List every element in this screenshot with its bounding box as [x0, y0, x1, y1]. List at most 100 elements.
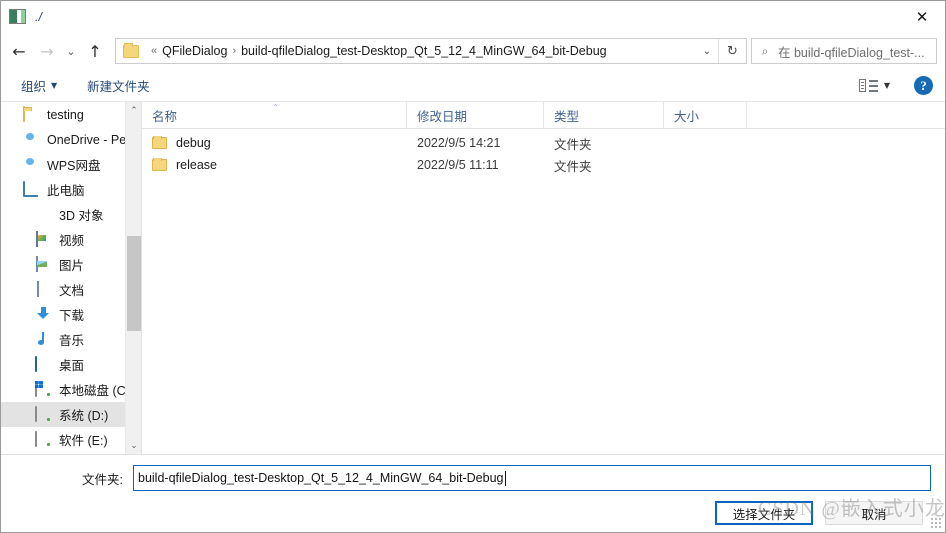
sidebar-item-label: 音乐 [59, 334, 85, 348]
navigation-pane: testing OneDrive - Pers WPS网盘 此电脑 3D 对象 … [1, 102, 141, 454]
videos-icon [35, 230, 52, 248]
search-icon: ⌕ [761, 43, 769, 58]
folder-icon [123, 42, 139, 58]
chevron-right-icon: › [232, 45, 237, 57]
footer-buttons: 选择文件夹 取消 [1, 491, 945, 525]
sidebar-item-label: 此电脑 [47, 184, 85, 198]
file-date-cell: 2022/9/5 11:11 [417, 158, 499, 172]
file-date-cell: 2022/9/5 14:21 [417, 136, 501, 150]
file-dialog-window: ./ ✕ ← → ⌄ ↑ « QFileDialog › build-qfile… [0, 0, 946, 533]
sidebar-item-videos[interactable]: 视频 [1, 227, 141, 252]
sidebar-item-this-pc[interactable]: 此电脑 [1, 177, 141, 202]
sidebar-item-wps-cloud[interactable]: WPS网盘 [1, 152, 141, 177]
sidebar-item-label: 下载 [59, 309, 85, 323]
scroll-up-icon[interactable]: ⌃ [126, 102, 141, 119]
column-header-type[interactable]: 类型 [544, 102, 664, 128]
breadcrumb-item-0[interactable]: QFileDialog [162, 44, 227, 58]
cloud-icon [23, 132, 40, 148]
sidebar-item-label: WPS网盘 [47, 159, 101, 173]
organize-label: 组织 [21, 80, 47, 94]
sidebar-item-local-disk-c[interactable]: 本地磁盘 (C:) [1, 377, 141, 402]
table-row[interactable]: debug 2022/9/5 14:21 文件夹 [142, 132, 945, 154]
chevron-down-icon: ▼ [883, 81, 890, 90]
pictures-icon [35, 255, 52, 273]
file-name-cell: release [142, 158, 407, 172]
table-row[interactable]: release 2022/9/5 11:11 文件夹 [142, 154, 945, 176]
sidebar-item-label: 软件 (E:) [59, 434, 108, 448]
sidebar-item-label: 桌面 [59, 359, 85, 373]
sidebar-item-label: 文档 [59, 284, 85, 298]
dialog-body: testing OneDrive - Pers WPS网盘 此电脑 3D 对象 … [1, 102, 945, 454]
sidebar-item-documents[interactable]: 文档 [1, 277, 141, 302]
music-icon [35, 332, 52, 348]
folder-icon [23, 105, 40, 123]
help-button[interactable]: ? [914, 76, 933, 95]
sidebar-item-label: 3D 对象 [59, 209, 104, 223]
downloads-icon [35, 307, 52, 323]
3d-objects-icon [35, 207, 52, 223]
file-type-cell: 文件夹 [554, 159, 592, 174]
up-button[interactable]: ↑ [81, 37, 109, 65]
documents-icon [35, 280, 52, 298]
search-input[interactable]: 在 build-qfileDialog_test-... [778, 42, 929, 61]
sidebar-item-label: 图片 [59, 259, 85, 273]
sort-ascending-icon: ⌃ [272, 103, 279, 112]
folder-icon [152, 136, 167, 149]
sidebar-item-pictures[interactable]: 图片 [1, 252, 141, 277]
view-options-button[interactable]: ▼ [853, 75, 896, 97]
back-button[interactable]: ← [5, 37, 33, 65]
cancel-button[interactable]: 取消 [825, 501, 923, 525]
breadcrumb-overflow[interactable]: « [151, 45, 157, 57]
organize-button[interactable]: 组织 ▼ [15, 73, 63, 98]
breadcrumb-item-1[interactable]: build-qfileDialog_test-Desktop_Qt_5_12_4… [241, 44, 607, 58]
column-header-row: 名称 ⌃ 修改日期 类型 大小 [142, 102, 945, 129]
wps-cloud-icon [23, 157, 40, 173]
folder-name-input[interactable]: build-qfileDialog_test-Desktop_Qt_5_12_4… [133, 465, 931, 491]
app-icon [9, 9, 26, 24]
file-name: release [176, 158, 217, 172]
close-icon[interactable]: ✕ [899, 1, 945, 32]
command-toolbar: 组织 ▼ 新建文件夹 ▼ ? [1, 70, 945, 102]
chevron-down-icon: ▼ [51, 81, 58, 90]
select-folder-button[interactable]: 选择文件夹 [715, 501, 813, 525]
windows-drive-icon [35, 380, 52, 398]
column-header-date[interactable]: 修改日期 [407, 102, 544, 128]
scrollbar-thumb[interactable] [127, 236, 141, 331]
resize-grip[interactable] [930, 517, 942, 529]
address-bar[interactable]: « QFileDialog › build-qfileDialog_test-D… [115, 38, 747, 64]
file-name: debug [176, 136, 211, 150]
folder-name-label: 文件夹: [82, 472, 123, 487]
sidebar-item-software-e[interactable]: 软件 (E:) [1, 427, 141, 452]
scroll-down-icon[interactable]: ⌄ [126, 437, 141, 454]
search-box[interactable]: ⌕ 在 build-qfileDialog_test-... [751, 38, 937, 64]
sidebar-item-label: OneDrive - Pers [47, 132, 137, 147]
drive-icon [35, 430, 52, 448]
sidebar-item-desktop[interactable]: 桌面 [1, 352, 141, 377]
forward-button: → [40, 41, 54, 61]
sidebar-item-testing[interactable]: testing [1, 102, 141, 127]
column-label: 名称 [152, 109, 178, 124]
folder-name-row: 文件夹: build-qfileDialog_test-Desktop_Qt_5… [1, 455, 945, 491]
sidebar-item-downloads[interactable]: 下载 [1, 302, 141, 327]
refresh-icon[interactable]: ↻ [718, 39, 746, 63]
column-header-name[interactable]: 名称 ⌃ [142, 102, 407, 128]
sidebar-item-music[interactable]: 音乐 [1, 327, 141, 352]
title-bar: ./ ✕ [1, 1, 945, 32]
sidebar-item-onedrive[interactable]: OneDrive - Pers [1, 127, 141, 152]
sidebar-item-system-d[interactable]: 系统 (D:) [1, 402, 141, 427]
new-folder-button[interactable]: 新建文件夹 [81, 73, 156, 98]
chevron-down-icon[interactable]: ⌄ [696, 39, 718, 63]
sidebar-scrollbar[interactable]: ⌃ ⌄ [125, 102, 141, 454]
window-title: ./ [35, 9, 43, 24]
folder-name-value: build-qfileDialog_test-Desktop_Qt_5_12_4… [138, 471, 504, 485]
view-list-icon [858, 78, 879, 94]
navigation-bar: ← → ⌄ ↑ « QFileDialog › build-qfileDialo… [1, 32, 945, 70]
sidebar-item-label: testing [47, 107, 84, 122]
this-pc-icon [23, 180, 40, 198]
recent-locations-button[interactable]: ⌄ [61, 37, 81, 65]
sidebar-item-label: 视频 [59, 234, 85, 248]
sidebar-item-3d-objects[interactable]: 3D 对象 [1, 202, 141, 227]
column-header-size[interactable]: 大小 [664, 102, 747, 128]
folder-icon [152, 158, 167, 171]
drive-icon [35, 405, 52, 423]
